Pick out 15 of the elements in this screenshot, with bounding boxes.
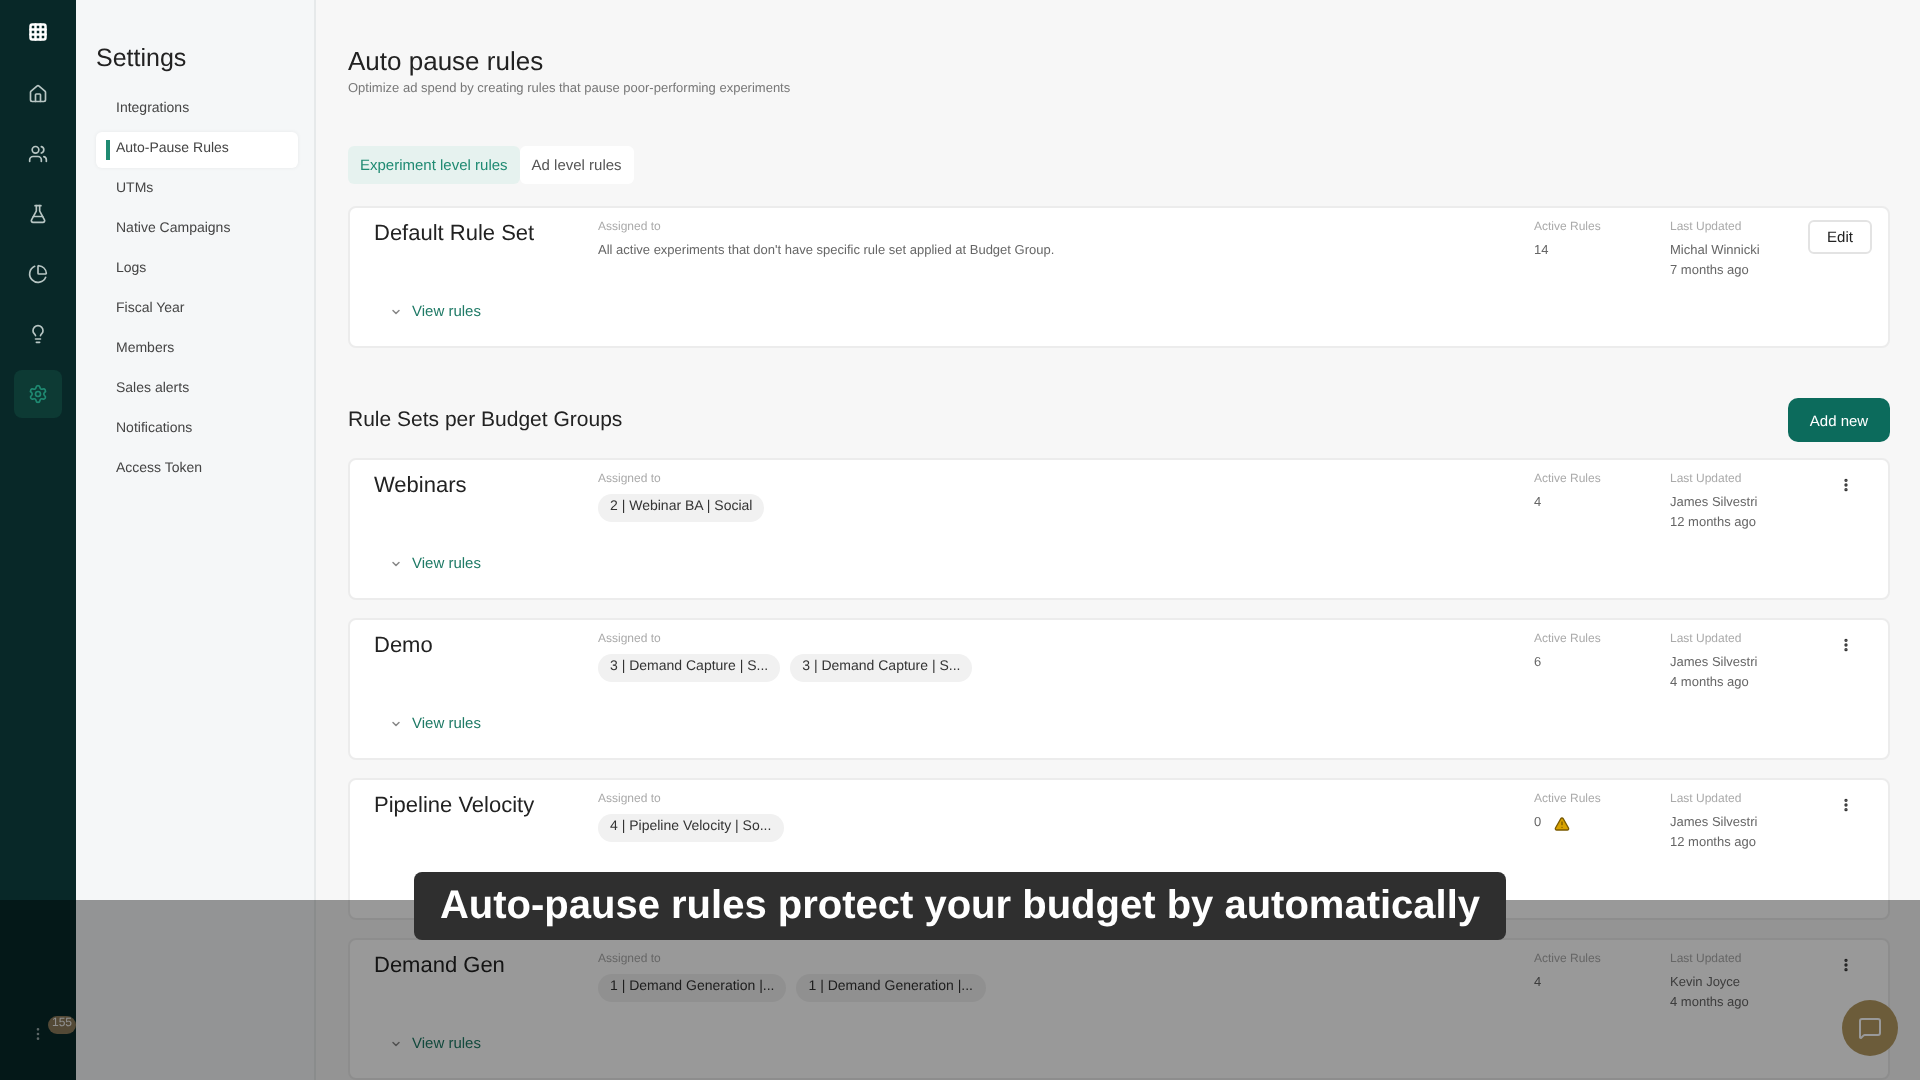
page-title: Auto pause rules [348,46,546,76]
rule-set-name: Default Rule Set [374,220,537,250]
chevron-down-icon [390,305,402,317]
rule-set-name: Demo [374,632,435,662]
rule-set-name: Pipeline Velocity [374,792,537,822]
chevron-down-icon [390,557,402,569]
gear-icon[interactable] [14,370,62,418]
apps-icon[interactable] [28,22,48,42]
rule-set-name: Webinars [374,472,469,502]
settings-title: Settings [96,44,189,72]
chevron-down-icon [390,717,402,729]
video-caption: Auto-pause rules protect your budget by automatically [414,872,1506,940]
rule-set-name: Demand Gen [374,952,507,982]
section-title: Rule Sets per Budget Groups [348,408,623,432]
chevron-down-icon [390,1037,402,1049]
